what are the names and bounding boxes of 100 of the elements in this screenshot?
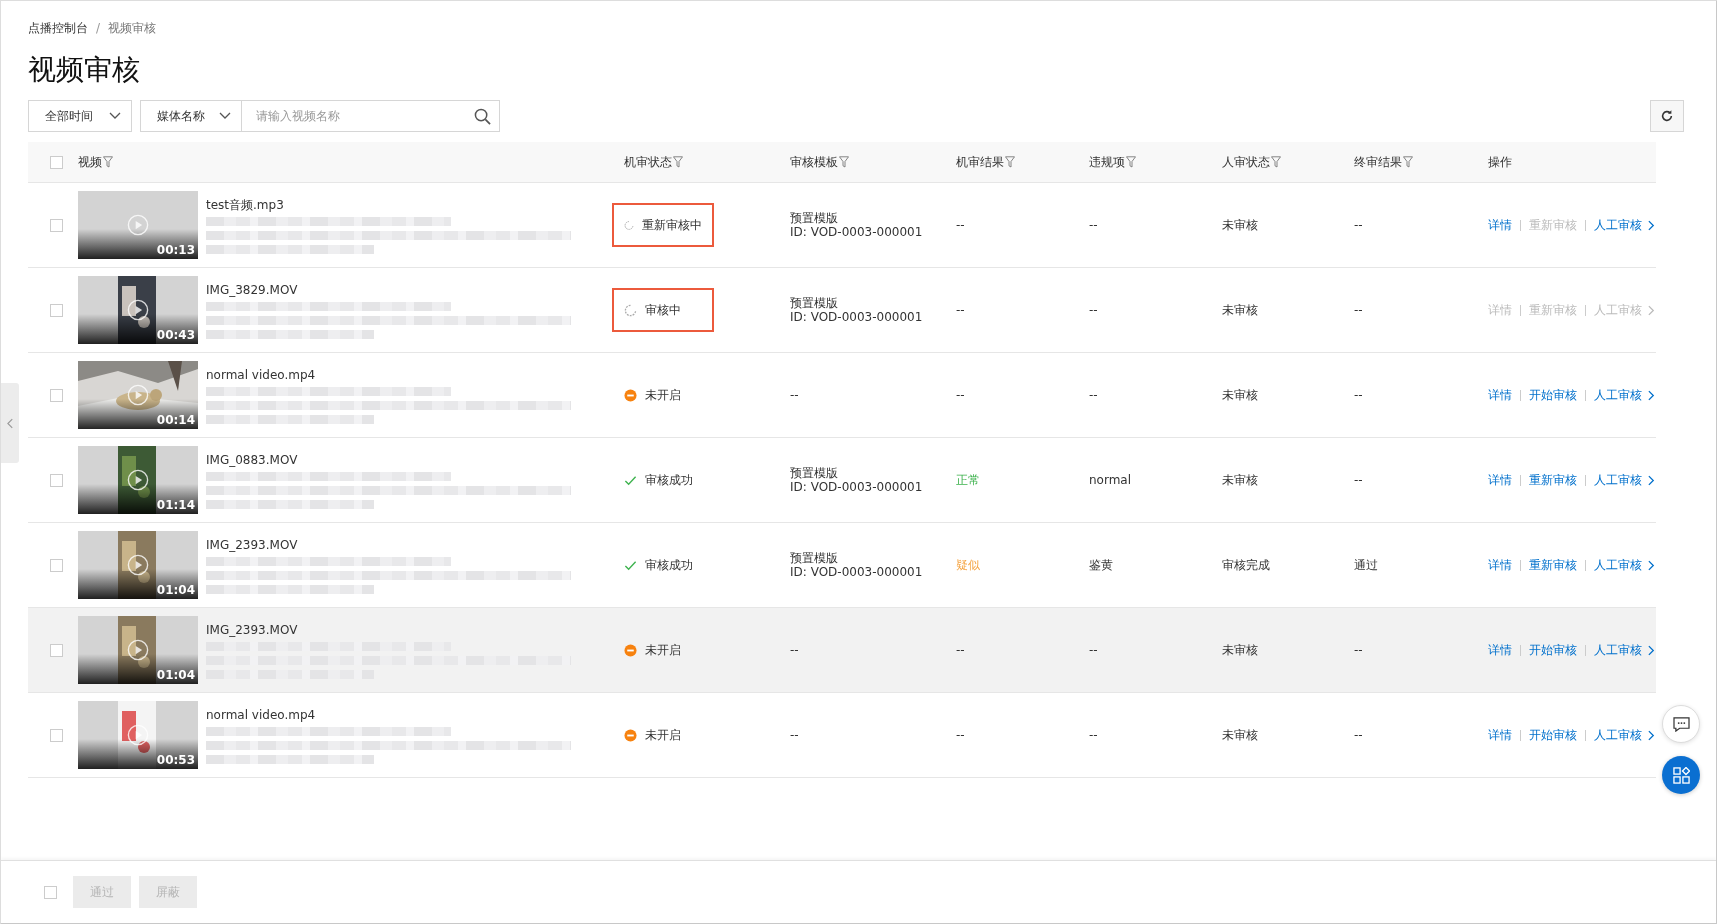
- video-name: normal video.mp4: [206, 368, 316, 382]
- action-link[interactable]: 详情: [1488, 216, 1512, 234]
- play-icon[interactable]: [127, 724, 149, 746]
- checkbox[interactable]: [49, 218, 63, 232]
- field-select[interactable]: 媒体名称: [140, 100, 242, 132]
- chevron-icon: [1648, 729, 1655, 741]
- minus-circle-icon: [624, 728, 637, 742]
- action-link[interactable]: 人工审核: [1594, 216, 1655, 234]
- checkbox[interactable]: [44, 885, 57, 899]
- machine-result: --: [956, 218, 965, 232]
- action-link[interactable]: 开始审核: [1529, 726, 1577, 744]
- video-duration: 00:53: [156, 753, 195, 767]
- violation-text: --: [1089, 728, 1098, 742]
- filter-icon[interactable]: [839, 156, 849, 168]
- human-status: 未审核: [1222, 641, 1258, 659]
- human-status: 未审核: [1222, 471, 1258, 489]
- machine-result: --: [956, 303, 965, 317]
- status-text: 未开启: [645, 386, 681, 404]
- video-duration: 01:14: [156, 498, 195, 512]
- action-link[interactable]: 详情: [1488, 556, 1512, 574]
- checkbox[interactable]: [49, 473, 63, 487]
- filter-icon[interactable]: [1271, 156, 1281, 168]
- action-link[interactable]: 开始审核: [1529, 641, 1577, 659]
- video-duration: 00:14: [156, 413, 195, 427]
- action-link[interactable]: 人工审核: [1594, 471, 1655, 489]
- video-duration: 01:04: [156, 668, 195, 682]
- page-title: 视频审核: [28, 52, 141, 88]
- action-link[interactable]: 人工审核: [1594, 641, 1655, 659]
- template-text: --: [790, 388, 799, 402]
- final-result: --: [1354, 388, 1363, 402]
- violation-text: --: [1089, 643, 1098, 657]
- violation-text: normal: [1089, 473, 1132, 487]
- chevron-icon: [1648, 474, 1655, 486]
- template-text: 预置模版: [790, 551, 838, 565]
- minus-circle-icon: [624, 388, 637, 402]
- minus-circle-icon: [624, 643, 637, 657]
- human-status: 未审核: [1222, 386, 1258, 404]
- checkbox[interactable]: [49, 303, 63, 317]
- refresh-icon: [1660, 109, 1674, 123]
- video-name: IMG_2393.MOV: [206, 538, 298, 552]
- checkbox[interactable]: [49, 643, 63, 657]
- checkbox[interactable]: [49, 388, 63, 402]
- play-icon[interactable]: [127, 469, 149, 491]
- refresh-button[interactable]: [1650, 100, 1684, 132]
- action-link[interactable]: 开始审核: [1529, 386, 1577, 404]
- status-text: 未开启: [645, 726, 681, 744]
- breadcrumb-separator: /: [96, 21, 101, 35]
- action-link[interactable]: 人工审核: [1594, 726, 1655, 744]
- action-link[interactable]: 人工审核: [1594, 386, 1655, 404]
- filter-icon[interactable]: [1403, 156, 1413, 168]
- action-link[interactable]: 详情: [1488, 471, 1512, 489]
- column-header: 视频: [78, 153, 102, 171]
- action-link[interactable]: 详情: [1488, 726, 1512, 744]
- template-text: 预置模版: [790, 211, 838, 225]
- filter-icon[interactable]: [103, 156, 113, 168]
- checkbox[interactable]: [49, 155, 63, 169]
- final-result: --: [1354, 473, 1363, 487]
- checkbox[interactable]: [49, 558, 63, 572]
- video-name: test音频.mp3: [206, 198, 284, 212]
- column-header: 操作: [1488, 153, 1512, 171]
- column-header: 审核模板: [790, 153, 838, 171]
- status-text: 未开启: [645, 641, 681, 659]
- machine-result: --: [956, 643, 965, 657]
- search-icon[interactable]: [474, 107, 491, 125]
- table-row[interactable]: 01:04 IMG_2393.MOV 未开启 -- -- -- 未审核 -- 详情 开始审核 人工审核: [28, 608, 1656, 693]
- play-icon[interactable]: [127, 554, 149, 576]
- checkbox[interactable]: [49, 728, 63, 742]
- column-header: 机审结果: [956, 153, 1004, 171]
- machine-result: --: [956, 728, 965, 742]
- apps-button[interactable]: [1662, 756, 1700, 794]
- machine-result: 疑似: [956, 556, 980, 574]
- spinner-icon: [624, 303, 637, 317]
- search-field[interactable]: 请输入视频名称: [242, 100, 500, 132]
- action-link[interactable]: 人工审核: [1594, 556, 1655, 574]
- filter-icon[interactable]: [1005, 156, 1015, 168]
- action-link[interactable]: 详情: [1488, 641, 1512, 659]
- column-header: 人审状态: [1222, 153, 1270, 171]
- chat-icon: [1672, 716, 1690, 732]
- action-link[interactable]: 重新审核: [1529, 471, 1577, 489]
- violation-text: --: [1089, 388, 1098, 402]
- play-icon[interactable]: [127, 639, 149, 661]
- violation-text: --: [1089, 303, 1098, 317]
- chat-button[interactable]: [1662, 705, 1700, 743]
- video-duration: 00:43: [156, 328, 195, 342]
- caret-icon: [219, 112, 231, 120]
- filter-icon[interactable]: [1126, 156, 1136, 168]
- template-text: ID: VOD-0003-000001: [790, 310, 923, 324]
- time-select[interactable]: 全部时间: [28, 100, 132, 132]
- human-status: 未审核: [1222, 216, 1258, 234]
- play-icon[interactable]: [127, 299, 149, 321]
- filter-icon[interactable]: [673, 156, 683, 168]
- caret-icon: [109, 112, 121, 120]
- status-text: 审核成功: [645, 471, 693, 489]
- action-link[interactable]: 重新审核: [1529, 556, 1577, 574]
- chevron-icon: [6, 417, 14, 429]
- final-result: --: [1354, 728, 1363, 742]
- breadcrumb-item[interactable]: 点播控制台: [28, 19, 88, 37]
- spinner-icon: [624, 218, 634, 232]
- chevron-icon: [1648, 559, 1655, 571]
- action-link[interactable]: 详情: [1488, 386, 1512, 404]
